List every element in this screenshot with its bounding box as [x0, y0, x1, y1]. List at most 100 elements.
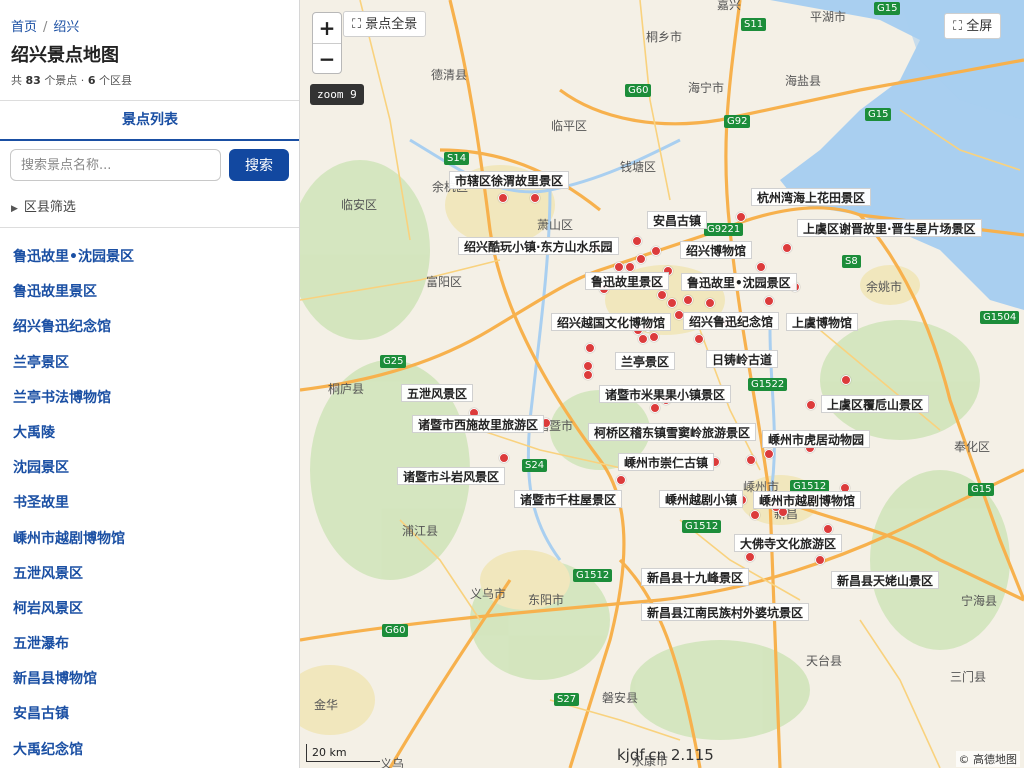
spot-list-item[interactable]: 书圣故里 — [0, 486, 299, 521]
attraction-label[interactable]: 日铸岭古道 — [706, 350, 779, 368]
map-marker[interactable] — [499, 453, 509, 463]
map-marker[interactable] — [745, 552, 755, 562]
map-marker[interactable] — [657, 290, 667, 300]
town-label: 钱塘区 — [620, 160, 657, 174]
map-marker[interactable] — [625, 262, 635, 272]
map-marker[interactable] — [806, 400, 816, 410]
spot-list-item[interactable]: 五泄风景区 — [0, 557, 299, 592]
map-marker[interactable] — [667, 298, 677, 308]
spot-list-item[interactable]: 沈园景区 — [0, 451, 299, 486]
fullscreen-button[interactable]: ⛶ 全屏 — [944, 13, 1002, 39]
town-label: 海盐县 — [785, 74, 822, 88]
map-marker[interactable] — [614, 262, 624, 272]
map-marker[interactable] — [498, 193, 508, 203]
spot-list-item[interactable]: 大禹陵 — [0, 416, 299, 451]
scale-bar: 20 km — [306, 744, 380, 762]
spot-list-item[interactable]: 安昌古镇 — [0, 697, 299, 732]
search-input[interactable] — [10, 149, 221, 181]
district-filter-toggle[interactable]: ▶ 区县筛选 — [11, 196, 76, 215]
spot-list-item[interactable]: 嵊州市越剧博物馆 — [0, 522, 299, 557]
attraction-label[interactable]: 兰亭景区 — [615, 352, 676, 370]
zoom-out-button[interactable]: − — [313, 43, 341, 73]
attraction-label[interactable]: 鲁迅故里•沈园景区 — [681, 273, 797, 291]
zoom-control: + − — [312, 12, 342, 74]
town-label: 平湖市 — [810, 10, 847, 24]
app-root: 首页 / 绍兴 绍兴景点地图 共 83 个景点 · 6 个区县 景点列表 搜索 ▶ 区… — [0, 0, 1024, 768]
attraction-label[interactable]: 绍兴鲁迅纪念馆 — [683, 312, 780, 330]
map-marker[interactable] — [694, 334, 704, 344]
search-button[interactable]: 搜索 — [229, 149, 289, 181]
map-marker[interactable] — [632, 236, 642, 246]
triangle-right-icon: ▶ — [11, 204, 18, 214]
spot-list-item[interactable]: 新昌县博物馆 — [0, 662, 299, 697]
breadcrumb-current-link[interactable]: 绍兴 — [53, 20, 79, 35]
attraction-label[interactable]: 诸暨市米果果小镇景区 — [599, 385, 732, 403]
town-label: 桐乡市 — [646, 30, 683, 44]
zoom-in-button[interactable]: + — [313, 13, 341, 43]
map-marker[interactable] — [823, 524, 833, 534]
attraction-label[interactable]: 诸暨市千柱屋景区 — [514, 490, 623, 508]
attraction-label[interactable]: 上虞区覆卮山景区 — [821, 395, 930, 413]
map-marker[interactable] — [638, 334, 648, 344]
map-marker[interactable] — [756, 262, 766, 272]
map-marker[interactable] — [764, 449, 774, 459]
spot-list-item[interactable]: 大禹纪念馆 — [0, 733, 299, 768]
route-shield: G1522 — [748, 378, 788, 391]
attraction-label[interactable]: 新昌县江南民族村外婆坑景区 — [641, 603, 810, 621]
map-marker[interactable] — [530, 193, 540, 203]
attraction-label[interactable]: 诸暨市斗岩风景区 — [397, 467, 506, 485]
route-shield: G9221 — [704, 223, 744, 236]
spot-list-item[interactable]: 兰亭景区 — [0, 346, 299, 381]
attraction-label[interactable]: 上虞博物馆 — [786, 313, 859, 331]
map-marker[interactable] — [815, 555, 825, 565]
spot-count: 83 — [25, 74, 41, 87]
map-marker[interactable] — [583, 370, 593, 380]
map-marker[interactable] — [616, 475, 626, 485]
attraction-label[interactable]: 嵊州越剧小镇 — [659, 490, 744, 508]
spot-list-item[interactable]: 柯岩风景区 — [0, 592, 299, 627]
attraction-label[interactable]: 鲁迅故里景区 — [585, 272, 670, 290]
spot-list-item[interactable]: 鲁迅故里•沈园景区 — [0, 240, 299, 275]
map-marker[interactable] — [636, 254, 646, 264]
attraction-label[interactable]: 杭州湾海上花田景区 — [751, 188, 872, 206]
map-marker[interactable] — [782, 243, 792, 253]
attraction-label[interactable]: 绍兴酷玩小镇·东方山水乐园 — [458, 237, 619, 255]
route-shield: G60 — [625, 84, 652, 97]
map-marker[interactable] — [764, 296, 774, 306]
attraction-label[interactable]: 新昌县天姥山景区 — [831, 571, 940, 589]
map-view[interactable]: S11 G15 G60 G92 S14 G9221 S8 G1504 G25 G… — [300, 0, 1024, 768]
map-marker[interactable] — [650, 403, 660, 413]
expand-icon: ⛶ — [352, 17, 362, 32]
attraction-label[interactable]: 市辖区徐渭故里景区 — [449, 171, 570, 189]
attraction-label[interactable]: 新昌县十九峰景区 — [641, 568, 750, 586]
attraction-label[interactable]: 嵊州市虎居动物园 — [762, 430, 871, 448]
map-marker[interactable] — [651, 246, 661, 256]
map-marker[interactable] — [736, 212, 746, 222]
overview-button[interactable]: ⛶ 景点全景 — [343, 11, 427, 37]
attraction-label[interactable]: 嵊州市崇仁古镇 — [618, 453, 715, 471]
attraction-label[interactable]: 五泄风景区 — [401, 384, 474, 402]
map-marker[interactable] — [750, 510, 760, 520]
map-marker[interactable] — [585, 343, 595, 353]
attraction-label[interactable]: 绍兴越国文化博物馆 — [551, 313, 672, 331]
map-marker[interactable] — [841, 375, 851, 385]
breadcrumb-home-link[interactable]: 首页 — [11, 20, 37, 35]
attraction-label[interactable]: 绍兴博物馆 — [680, 241, 753, 259]
attraction-label[interactable]: 柯桥区稽东镇雪窦岭旅游景区 — [588, 423, 757, 441]
attraction-label[interactable]: 诸暨市西施故里旅游区 — [412, 415, 545, 433]
map-marker[interactable] — [746, 455, 756, 465]
spot-list-item[interactable]: 鲁迅故里景区 — [0, 275, 299, 310]
spot-list-item[interactable]: 绍兴鲁迅纪念馆 — [0, 310, 299, 345]
attraction-label[interactable]: 嵊州市越剧博物馆 — [753, 491, 862, 509]
map-marker[interactable] — [705, 298, 715, 308]
attraction-label[interactable]: 安昌古镇 — [647, 211, 708, 229]
tab-spot-list[interactable]: 景点列表 — [0, 101, 299, 140]
spot-list: 鲁迅故里•沈园景区 鲁迅故里景区 绍兴鲁迅纪念馆 兰亭景区 兰亭书法博物馆 大禹… — [0, 240, 299, 768]
spot-list-item[interactable]: 五泄瀑布 — [0, 627, 299, 662]
route-shield: G60 — [382, 624, 409, 637]
map-marker[interactable] — [649, 332, 659, 342]
attraction-label[interactable]: 上虞区谢晋故里·晋生星片场景区 — [797, 219, 982, 237]
map-marker[interactable] — [683, 295, 693, 305]
attraction-label[interactable]: 大佛寺文化旅游区 — [734, 534, 843, 552]
spot-list-item[interactable]: 兰亭书法博物馆 — [0, 381, 299, 416]
